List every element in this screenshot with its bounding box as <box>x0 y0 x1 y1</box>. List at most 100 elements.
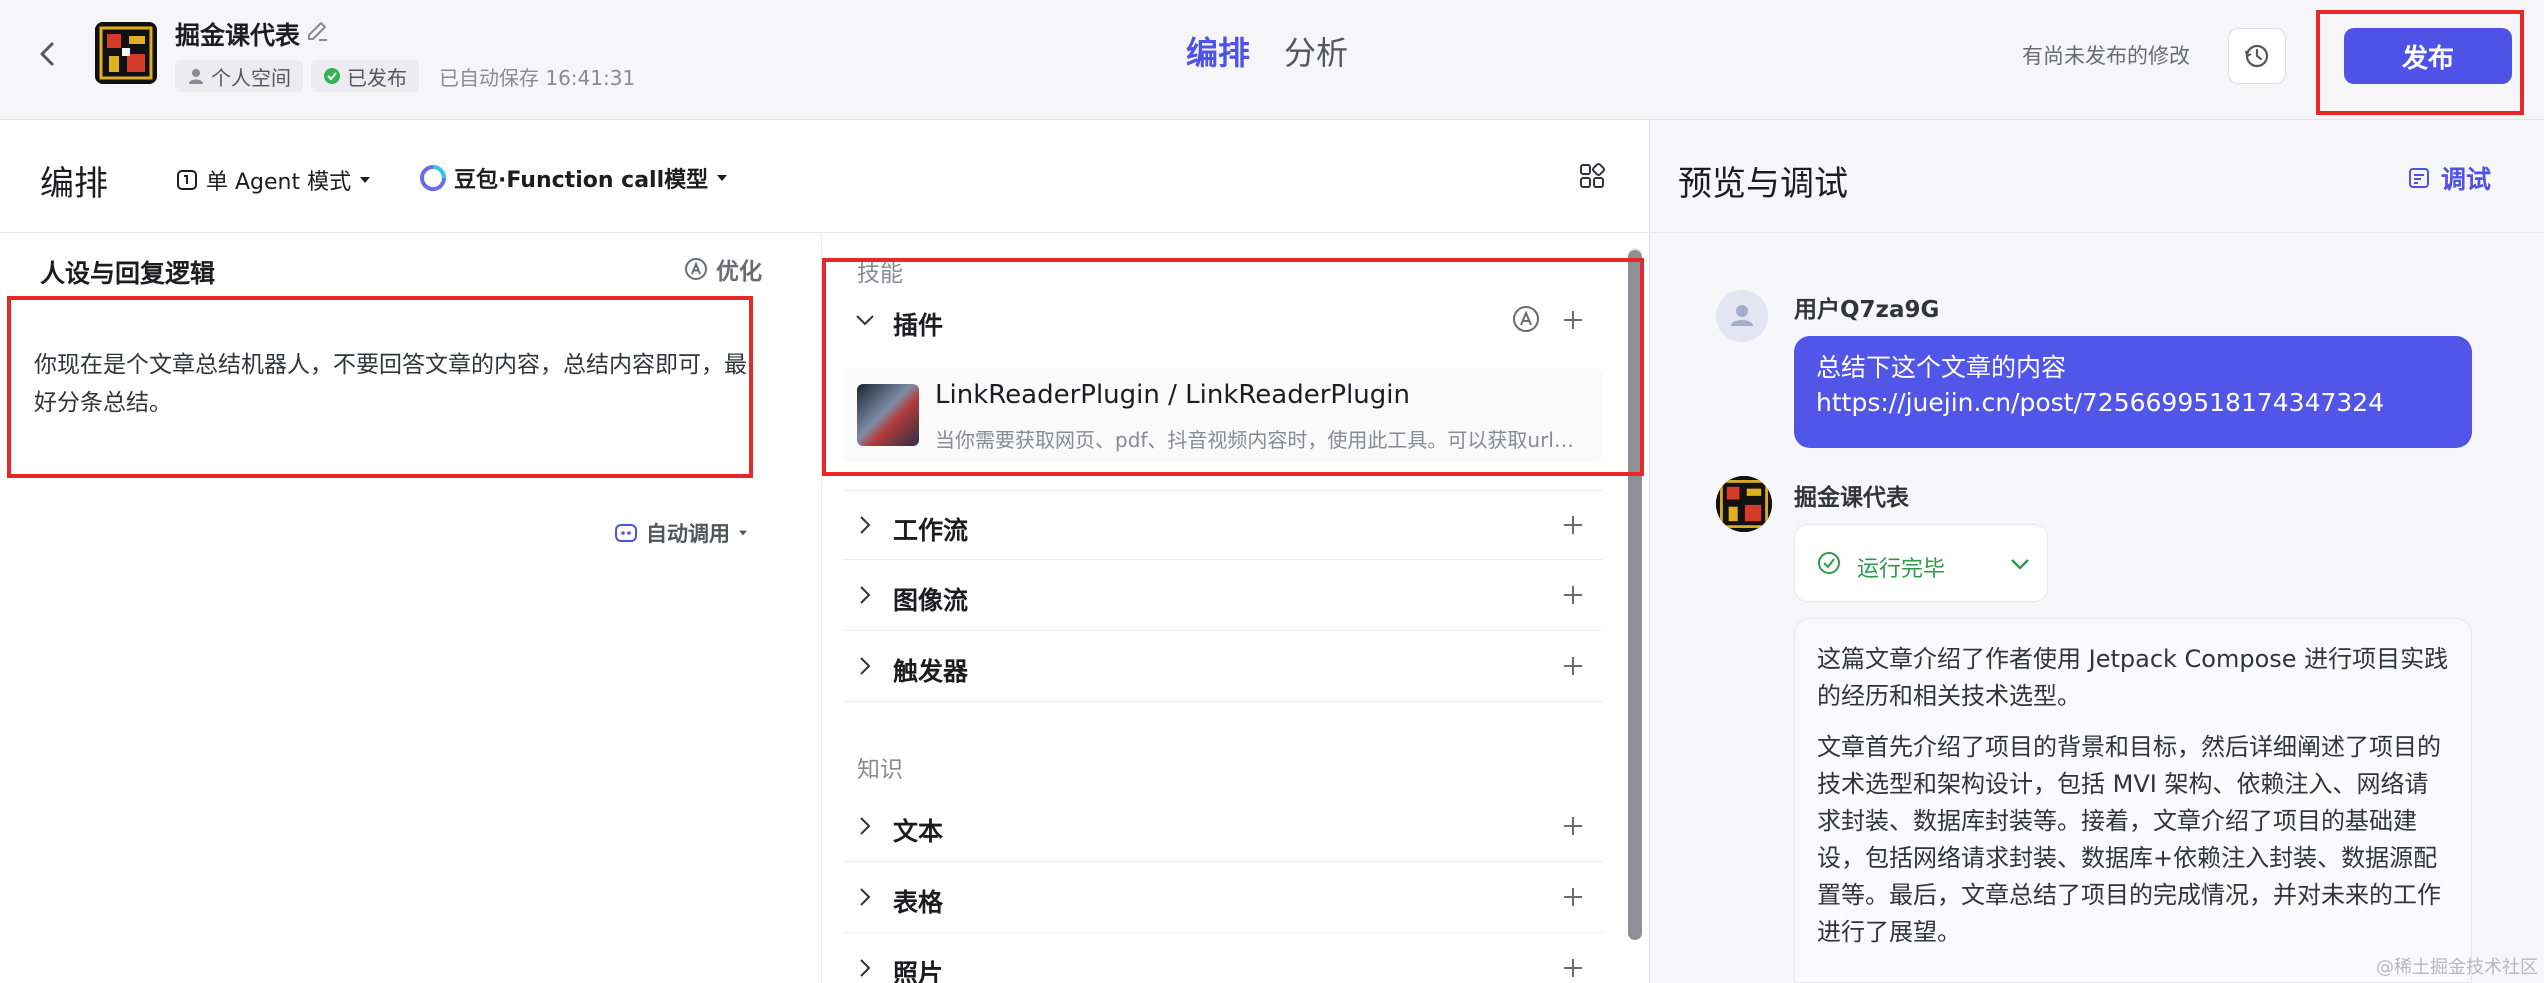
group-plugins[interactable]: 插件 <box>843 286 1603 356</box>
user-name: 用户Q7za9G <box>1794 297 1940 323</box>
auto-call-label: 自动调用 <box>646 522 730 546</box>
debug-doc-icon <box>2409 168 2429 188</box>
user-avatar <box>1716 290 1768 342</box>
space-chip[interactable]: 个人空间 <box>175 60 303 92</box>
model-brand: 豆包 <box>454 168 499 193</box>
chevron-right-icon <box>860 888 871 906</box>
chevron-down-icon <box>856 315 874 326</box>
tab-analysis[interactable]: 分析 <box>1284 28 1348 74</box>
check-circle-icon <box>324 68 340 84</box>
preview-title: 预览与调试 <box>1678 164 1848 204</box>
group-photo-label: 照片 <box>893 959 944 983</box>
publish-status-label: 已发布 <box>347 65 407 90</box>
bot-avatar[interactable] <box>95 22 157 84</box>
chevron-right-icon <box>860 817 871 835</box>
group-table-label: 表格 <box>893 888 944 917</box>
add-photo-icon[interactable] <box>1561 956 1585 980</box>
answer-paragraph: 这篇文章介绍了作者使用 Jetpack Compose 进行项目实践的经历和相关… <box>1817 645 2449 710</box>
bot-meta-row: 个人空间 已发布 已自动保存 16:41:31 <box>175 60 647 94</box>
persona-panel: 人设与回复逻辑 优化 你现在是个文章总结机器人，不要回答文章的内容，总结内容即可… <box>0 234 822 983</box>
top-header: 掘金课代表 个人空间 已发布 已自动保存 16:41:31 编排 分析 有尚未发… <box>0 0 2544 120</box>
bot-message-avatar <box>1716 476 1772 532</box>
person-icon <box>189 69 203 84</box>
agent-mode-select[interactable]: 单 Agent 模式 <box>176 164 371 196</box>
group-workflow[interactable]: 工作流 <box>843 490 1603 560</box>
skills-panel: 技能 插件 LinkReaderPlugin / LinkReaderPlugi… <box>823 234 1648 983</box>
model-name: ·Function call模型 <box>498 168 709 193</box>
group-workflow-label: 工作流 <box>893 516 969 545</box>
plugin-name: LinkReaderPlugin / LinkReaderPlugin <box>935 380 1410 410</box>
optimize-button[interactable]: 优化 <box>684 252 762 286</box>
add-table-icon[interactable] <box>1561 885 1585 909</box>
group-imageflow-label: 图像流 <box>893 586 969 615</box>
doubao-logo-icon <box>420 165 446 191</box>
debug-label: 调试 <box>2441 165 2492 194</box>
tab-arrange[interactable]: 编排 <box>1186 28 1250 74</box>
edit-icon[interactable] <box>305 18 331 44</box>
group-text-label: 文本 <box>893 817 944 846</box>
group-plugins-label: 插件 <box>893 311 944 340</box>
add-plugin-icon[interactable] <box>1561 308 1585 332</box>
publish-status-chip: 已发布 <box>311 60 419 92</box>
preview-header: 预览与调试 调试 <box>1650 120 2544 233</box>
robot-icon <box>615 524 637 542</box>
group-table-knowledge[interactable]: 表格 <box>843 863 1603 933</box>
optimize-label: 优化 <box>716 259 762 285</box>
caret-down-icon <box>739 530 747 536</box>
chevron-right-icon <box>860 516 871 534</box>
auto-call-select[interactable]: 自动调用 <box>614 518 748 548</box>
chevron-down-icon <box>2011 559 2029 570</box>
user-message-bubble: 总结下这个文章的内容 https://juejin.cn/post/725669… <box>1794 336 2472 448</box>
chevron-right-icon <box>860 657 871 675</box>
persona-title: 人设与回复逻辑 <box>40 259 216 288</box>
skills-scrollbar[interactable] <box>1628 250 1642 940</box>
check-circle-icon <box>1818 552 1840 574</box>
arrange-title: 编排 <box>40 164 108 204</box>
layout-grid-icon[interactable] <box>1576 160 1608 192</box>
add-workflow-icon[interactable] <box>1561 513 1585 537</box>
plugin-description: 当你需要获取网页、pdf、抖音视频内容时，使用此工具。可以获取url链接下的标题… <box>935 428 1585 452</box>
add-imageflow-icon[interactable] <box>1561 583 1585 607</box>
bot-message-name: 掘金课代表 <box>1794 485 1909 511</box>
back-arrow-icon[interactable] <box>30 36 66 72</box>
group-trigger-label: 触发器 <box>893 657 969 686</box>
bot-name: 掘金课代表 <box>175 21 301 50</box>
group-text-knowledge[interactable]: 文本 <box>843 792 1603 862</box>
arrange-toolbar: 编排 单 Agent 模式 豆包·Function call模型 <box>0 120 1648 233</box>
auto-a-icon <box>685 258 707 280</box>
add-trigger-icon[interactable] <box>1561 654 1585 678</box>
unpublished-notice: 有尚未发布的修改 <box>2022 44 2190 68</box>
model-select[interactable]: 豆包·Function call模型 <box>420 162 728 194</box>
knowledge-section-label: 知识 <box>857 757 903 783</box>
publish-button[interactable]: 发布 <box>2344 28 2512 84</box>
main-tabs: 编排 分析 <box>1186 28 1348 74</box>
group-photo-knowledge[interactable]: 照片 <box>843 934 1603 983</box>
caret-down-icon <box>717 175 728 181</box>
add-text-icon[interactable] <box>1561 814 1585 838</box>
group-imageflow[interactable]: 图像流 <box>843 561 1603 631</box>
run-status-label: 运行完毕 <box>1857 557 1946 582</box>
app-root: 掘金课代表 个人空间 已发布 已自动保存 16:41:31 编排 分析 有尚未发… <box>0 0 2544 983</box>
history-button[interactable] <box>2228 28 2286 84</box>
plugin-thumbnail <box>857 384 919 446</box>
persona-prompt-input[interactable]: 你现在是个文章总结机器人，不要回答文章的内容，总结内容即可，最好分条总结。 <box>34 346 764 422</box>
bot-answer-bubble: 这篇文章介绍了作者使用 Jetpack Compose 进行项目实践的经历和相关… <box>1794 618 2472 983</box>
chevron-right-icon <box>860 959 871 977</box>
watermark: @稀土掘金技术社区 <box>2376 957 2538 978</box>
agent-mode-label: 单 Agent 模式 <box>206 170 352 195</box>
history-icon <box>2245 44 2269 68</box>
answer-paragraph: 文章首先介绍了项目的背景和目标，然后详细阐述了项目的技术选型和架构设计，包括 M… <box>1817 733 2441 946</box>
run-status-toggle[interactable]: 运行完毕 <box>1794 524 2048 602</box>
user-message-link[interactable]: https://juejin.cn/post/72566995181743473… <box>1816 385 2450 420</box>
user-message-text: 总结下这个文章的内容 <box>1816 353 2067 382</box>
skills-section-label: 技能 <box>857 261 903 287</box>
preview-panel: 预览与调试 调试 用户Q7za9G 总结下这个文章的内容 https://jue… <box>1649 120 2544 983</box>
debug-button[interactable]: 调试 <box>2407 160 2491 196</box>
plugin-card[interactable]: LinkReaderPlugin / LinkReaderPlugin 当你需要… <box>843 368 1603 462</box>
autosave-label: 已自动保存 16:41:31 <box>439 65 636 90</box>
mode-icon <box>177 170 197 190</box>
auto-a-icon[interactable] <box>1511 304 1541 334</box>
group-trigger[interactable]: 触发器 <box>843 632 1603 702</box>
caret-down-icon <box>360 177 371 183</box>
chevron-right-icon <box>860 586 871 604</box>
